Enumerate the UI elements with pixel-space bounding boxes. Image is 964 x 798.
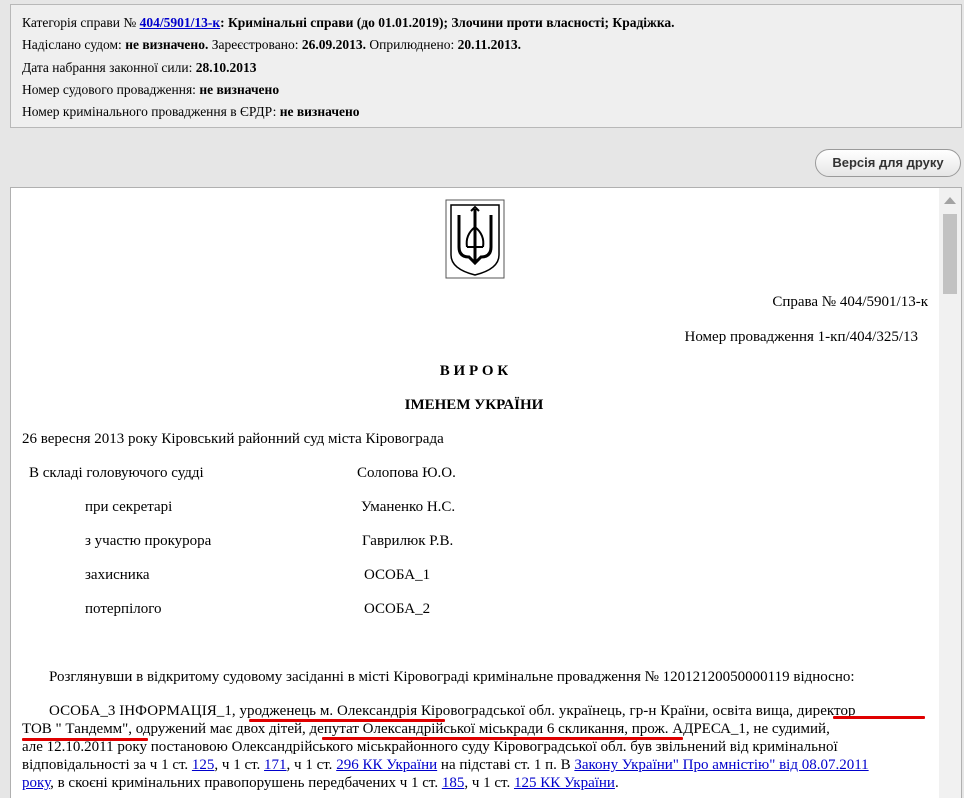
- name-victim: ОСОБА_2: [364, 601, 431, 617]
- annotation-underline-director: [833, 716, 925, 719]
- proceeding-number: Номер провадження 1-кп/404/325/13: [684, 329, 919, 345]
- verdict-title: В И Р О К: [439, 363, 509, 379]
- article-171-link[interactable]: 171: [264, 757, 287, 773]
- defendant-line-3: але 12.10.2011 року постановою Олександр…: [22, 739, 838, 755]
- role-defender: захисника: [85, 567, 150, 583]
- defendant-line-1: ОСОБА_3 ІНФОРМАЦІЯ_1, уродженець м. Олек…: [49, 703, 856, 719]
- case-number: Справа № 404/5901/13-к: [772, 294, 928, 310]
- case-info-panel: Категорія справи № 404/5901/13-к: Кримін…: [10, 4, 962, 128]
- court-proceeding-number-line: Номер судового провадження: не визначено: [22, 81, 280, 97]
- case-number-link[interactable]: 404/5901/13-к: [140, 15, 221, 30]
- birthplace-text: уродженець м. Олександрія: [239, 703, 418, 719]
- verdict-document: Справа № 404/5901/13-к Номер провадження…: [11, 188, 937, 798]
- annotation-underline-birthplace: [249, 719, 445, 722]
- article-125-link[interactable]: 125: [192, 757, 215, 773]
- company-text: ТОВ " Тандемм": [22, 721, 129, 737]
- article-296-link[interactable]: 296 КК України: [336, 757, 437, 773]
- erdr-number-line: Номер кримінального провадження в ЄРДР: …: [22, 104, 360, 120]
- intro-paragraph: Розглянувши в відкритому судовому засіда…: [49, 669, 855, 685]
- role-presiding-judge: В складі головуючого судді: [29, 465, 204, 481]
- scroll-up-arrow-icon[interactable]: [944, 197, 956, 204]
- coat-of-arms-emblem: [445, 199, 505, 279]
- document-scrollbar[interactable]: [939, 188, 961, 798]
- role-prosecutor: з участю прокурора: [85, 533, 212, 549]
- article-185-link[interactable]: 185: [442, 775, 465, 791]
- name-presiding-judge: Солопова Ю.О.: [357, 465, 456, 481]
- name-defender: ОСОБА_1: [364, 567, 431, 583]
- verdict-subtitle: ІМЕНЕМ УКРАЇНИ: [404, 397, 544, 413]
- annotation-underline-deputy: [322, 737, 683, 740]
- role-victim: потерпілого: [85, 601, 162, 617]
- case-category-line: Категорія справи № 404/5901/13-к: Кримін…: [22, 15, 675, 30]
- name-prosecutor: Гаврилюк Р.В.: [362, 533, 454, 549]
- amnesty-law-link[interactable]: Закону України" Про амністію" від 08.07.…: [574, 757, 868, 773]
- annotation-underline-company: [22, 738, 148, 741]
- amnesty-year-link[interactable]: року: [22, 775, 50, 791]
- role-secretary: при секретарі: [85, 499, 173, 515]
- case-dates-line: Надіслано судом: не визначено. Зареєстро…: [22, 37, 522, 53]
- defendant-line-4: відповідальності за ч 1 ст. 125, ч 1 ст.…: [22, 757, 869, 773]
- effective-date-line: Дата набрання законної сили: 28.10.2013: [22, 59, 257, 75]
- scrollbar-thumb[interactable]: [943, 214, 957, 294]
- defendant-line-2: ТОВ " Тандемм", одружений має двох дітей…: [22, 721, 830, 737]
- document-viewer: Справа № 404/5901/13-к Номер провадження…: [10, 187, 962, 798]
- print-version-button[interactable]: Версія для друку: [815, 149, 961, 177]
- defendant-line-5: року, в скоєні кримінальних правопорушен…: [22, 775, 619, 791]
- date-and-court: 26 вересня 2013 року Кіровський районний…: [22, 431, 444, 447]
- deputy-text: депутат Олександрійської міськради 6 скл…: [309, 721, 625, 737]
- article-125-kk-link[interactable]: 125 КК України: [514, 775, 615, 791]
- name-secretary: Уманенко Н.С.: [361, 499, 456, 515]
